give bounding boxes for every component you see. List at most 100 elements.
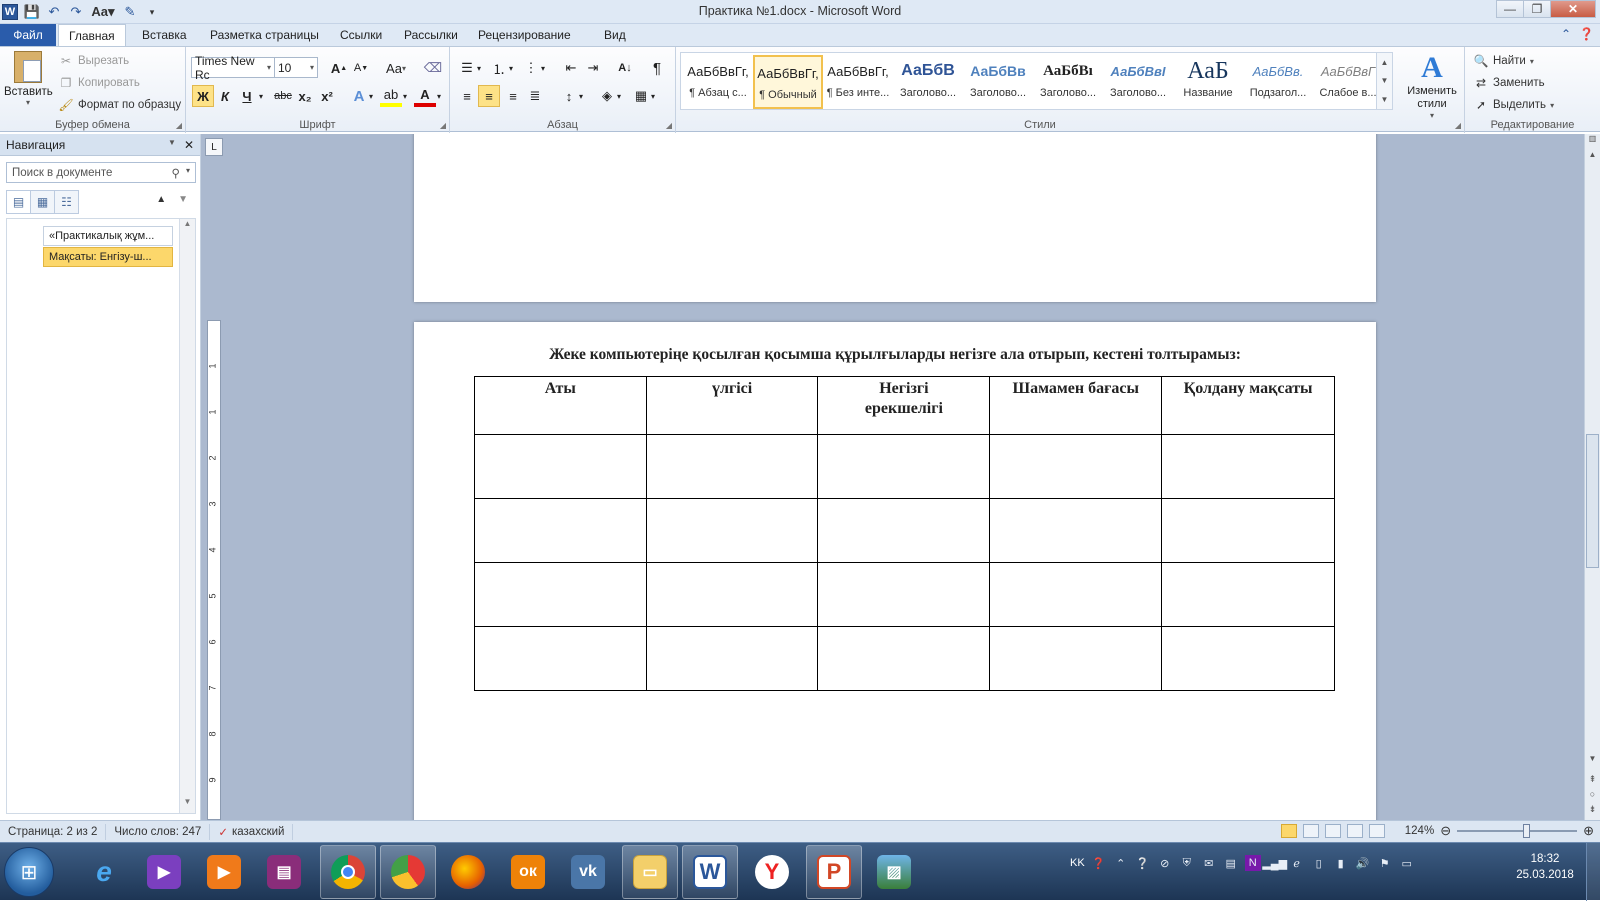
underline-button[interactable]: Ч [236,85,258,107]
font-color-icon[interactable]: A [414,85,436,107]
page-indicator[interactable]: Страница: 2 из 2 [0,823,107,840]
input-language[interactable]: KK [1070,857,1085,869]
chevron-down-icon[interactable]: ▾ [400,85,410,107]
help-icon[interactable]: ❓ [1579,27,1594,41]
next-heading-icon[interactable]: ▼ [178,194,188,205]
tab-mailings[interactable]: Рассылки [394,24,468,46]
italic-button[interactable]: К [214,85,236,107]
style-no-spacing[interactable]: АаБбВвГг, ¶ Без инте... [823,55,893,109]
underline-dropdown-icon[interactable]: ▾ [256,85,266,107]
minimize-button[interactable]: — [1496,0,1524,18]
chevron-down-icon[interactable]: ▾ [576,85,586,107]
bold-button[interactable]: Ж [192,85,214,107]
scroll-up-icon[interactable]: ▲ [1585,150,1600,164]
table-header-feature[interactable]: Негізгі ерекшелігі [817,376,991,435]
language-indicator[interactable]: ✓ казахский [210,823,294,840]
font-name-combo[interactable]: Times New Rc ▾ [191,54,275,82]
decrease-indent-icon[interactable]: ⇤ [560,57,582,79]
table-cell[interactable] [989,562,1163,627]
document-heading[interactable]: Жеке компьютеріңе қосылған қосымша құрыл… [414,346,1376,364]
odnoklassniki-icon[interactable]: ок [500,845,556,899]
dialog-launcher-icon[interactable]: ◢ [1455,121,1461,130]
style-subtitle[interactable]: АаБбВв. Подзагол... [1243,55,1313,109]
chevron-down-icon[interactable]: ▾ [186,166,190,180]
help-icon[interactable]: ❔ [1135,855,1151,871]
chevron-up-icon[interactable]: ▲ [1381,58,1389,67]
chevron-down-icon[interactable]: ▾ [506,57,516,79]
file-explorer-icon[interactable]: ▭ [622,845,678,899]
web-layout-icon[interactable] [1324,824,1341,838]
stack-icon[interactable]: ▤ [1223,855,1239,871]
tab-page-layout[interactable]: Разметка страницы [200,24,329,46]
grow-font-button[interactable]: A ▲ [328,57,350,79]
table-cell[interactable] [1161,498,1335,563]
style-heading-4[interactable]: АаБбВвI Заголово... [1103,55,1173,109]
shrink-font-button[interactable]: A ▼ [350,57,372,79]
dialog-launcher-icon[interactable]: ◢ [176,121,182,130]
zoom-knob[interactable] [1523,824,1531,838]
table-cell[interactable] [817,434,991,499]
shield-icon[interactable]: ⛨ [1179,855,1195,871]
table-header-price[interactable]: Шамамен бағасы [989,376,1163,435]
zoom-out-icon[interactable]: ⊖ [1440,823,1451,839]
chevron-down-icon[interactable]: ▼ [168,138,176,152]
table-cell[interactable] [817,626,991,691]
scroll-thumb[interactable] [1586,434,1599,568]
maximize-button[interactable]: ❐ [1523,0,1551,18]
pages-view-icon[interactable]: ▦ [30,190,55,214]
close-button[interactable]: ✕ [1550,0,1596,18]
nav-search-input[interactable]: Поиск в документе ⚲ ▾ [6,162,196,183]
word-count[interactable]: Число слов: 247 [106,823,211,840]
more-styles-icon[interactable]: ▼ [1381,95,1389,104]
internet-explorer-icon[interactable]: e [76,845,132,899]
devices-table[interactable]: Аты үлгісі Негізгі ерекшелігі Шамамен ба… [474,376,1335,691]
table-cell[interactable] [645,498,819,563]
nav-heading-item[interactable]: «Практикалық жұм... [43,226,173,246]
tab-review[interactable]: Рецензирование [468,24,581,46]
tab-selector-icon[interactable]: L [205,138,223,156]
next-page-icon[interactable]: ⇟ [1585,804,1600,815]
paste-button[interactable]: Вставить ▾ [4,51,53,115]
table-cell[interactable] [474,562,647,627]
table-header-purpose[interactable]: Қолдану мақсаты [1161,376,1335,435]
visual-studio-icon[interactable]: ▶ [136,845,192,899]
highlight-icon[interactable]: ab [380,85,402,107]
copy-button[interactable]: ❐ Копировать [58,73,140,93]
ruler-toggle-icon[interactable]: ▥ [1585,134,1600,150]
zoom-slider[interactable] [1457,824,1578,838]
justify-icon[interactable]: ≣ [524,85,546,107]
vertical-scrollbar[interactable]: ▥ ▲ ▼ ⇞ ○ ⇟ [1584,134,1600,820]
gallery-scroll[interactable]: ▲ ▼ ▼ [1376,53,1392,109]
chrome-icon[interactable] [320,845,376,899]
antivirus-icon[interactable]: ⊘ [1157,855,1173,871]
table-cell[interactable] [989,434,1163,499]
chevron-down-icon[interactable]: ▾ [434,85,444,107]
table-cell[interactable] [817,498,991,563]
table-header-model[interactable]: үлгісі [645,376,819,435]
table-cell[interactable] [989,498,1163,563]
chevron-down-icon[interactable]: ▾ [538,57,548,79]
vkontakte-icon[interactable]: vk [560,845,616,899]
font-size-combo[interactable]: 10 ▾ [274,57,318,78]
style-heading-1[interactable]: АаБбВ Заголово... [893,55,963,109]
table-cell[interactable] [989,626,1163,691]
browse-object-icon[interactable]: ○ [1585,789,1600,799]
full-screen-reading-icon[interactable] [1302,824,1319,838]
table-cell[interactable] [474,498,647,563]
table-cell[interactable] [1161,562,1335,627]
dialog-launcher-icon[interactable]: ◢ [440,121,446,130]
chevron-down-icon[interactable]: ▾ [648,85,658,107]
align-right-icon[interactable]: ≡ [502,85,524,107]
yandex-browser-icon[interactable]: Y [744,845,800,899]
clear-formatting-icon[interactable]: ⌫ [422,57,444,79]
table-cell[interactable] [1161,434,1335,499]
media-player-icon[interactable]: ▶ [196,845,252,899]
increase-indent-icon[interactable]: ⇥ [582,57,604,79]
edge-icon[interactable]: ℯ [1289,855,1305,871]
style-subtle-emphasis[interactable]: АаБбВвГ Слабое в... [1313,55,1383,109]
zoom-level[interactable]: 124% [1405,825,1434,837]
align-center-icon[interactable]: ≡ [478,85,500,107]
subscript-button[interactable]: x₂ [294,85,316,107]
phone-icon[interactable]: ▯ [1311,855,1327,871]
start-button[interactable]: ⊞ [4,847,54,897]
